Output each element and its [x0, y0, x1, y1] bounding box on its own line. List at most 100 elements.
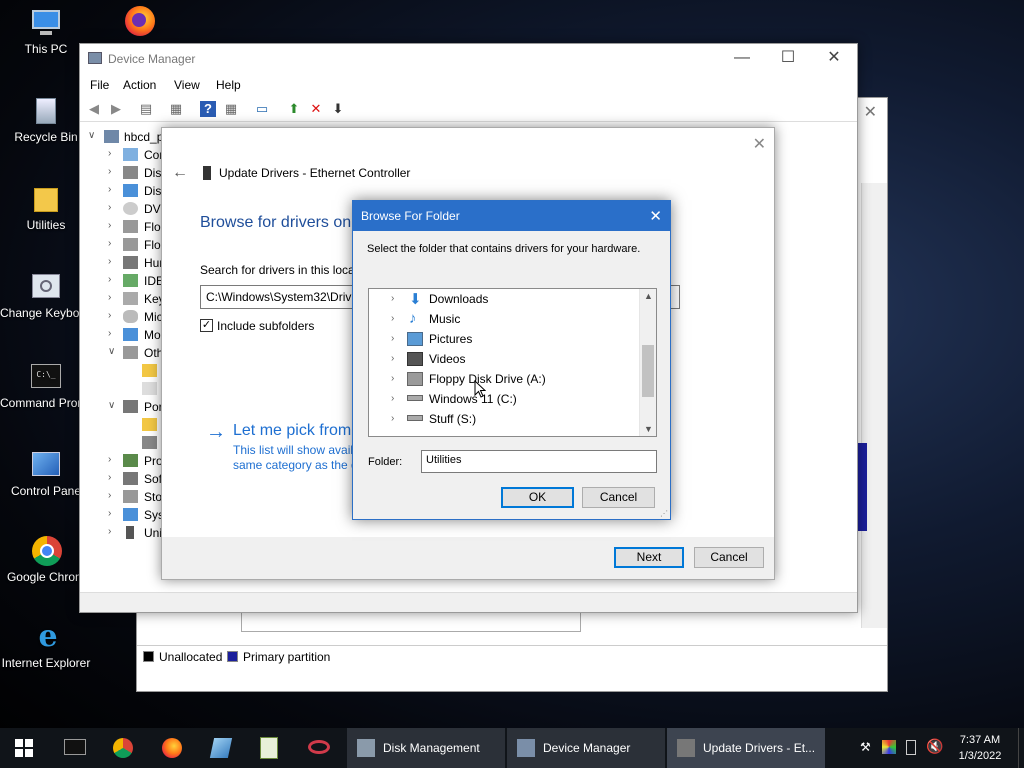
close-icon[interactable]: ✕ — [864, 102, 877, 122]
tree-item[interactable]: › DVD — [80, 200, 162, 218]
chevron-right-icon[interactable]: › — [391, 393, 394, 404]
tree-item[interactable] — [80, 380, 162, 398]
scan-hardware-icon[interactable]: ▭ — [254, 101, 270, 117]
scrollbar-thumb[interactable] — [642, 345, 654, 397]
scrollbar[interactable] — [861, 183, 887, 628]
tree-item[interactable] — [80, 362, 162, 380]
tree-item[interactable]: ∨ Por — [80, 398, 162, 416]
folder-tree-item[interactable]: › ♪ Music — [369, 309, 639, 329]
scroll-up-icon[interactable]: ▲ — [644, 291, 653, 301]
taskbar-app-6[interactable] — [298, 728, 342, 768]
chevron-right-icon[interactable]: › — [108, 472, 111, 483]
chevron-right-icon[interactable]: › — [391, 333, 394, 344]
chevron-right-icon[interactable]: › — [108, 292, 111, 303]
taskbar-app-5[interactable] — [250, 728, 290, 768]
properties-icon[interactable]: ▤ — [138, 101, 154, 117]
tree-item[interactable]: › Uni — [80, 524, 162, 542]
cancel-button[interactable]: Cancel — [582, 487, 655, 508]
tree-item[interactable] — [80, 416, 162, 434]
chevron-right-icon[interactable]: › — [108, 220, 111, 231]
title-bar[interactable]: Device Manager — ☐ ✕ — [80, 44, 857, 74]
tree-item[interactable]: › Soft — [80, 470, 162, 488]
desktop-icon-internet-explorer[interactable]: e Internet Explorer — [0, 622, 92, 671]
help-icon[interactable]: ? — [200, 101, 216, 117]
color-icon[interactable] — [882, 740, 896, 754]
include-subfolders-checkbox[interactable]: ✓ — [200, 319, 213, 332]
clock[interactable]: 7:37 AM 1/3/2022 — [950, 732, 1010, 764]
resize-grip-icon[interactable]: ⋰ — [660, 509, 668, 518]
back-arrow-icon[interactable]: ← — [172, 164, 188, 182]
tree-item[interactable] — [80, 434, 162, 452]
title-bar[interactable]: Browse For Folder ✕ — [353, 201, 670, 231]
cancel-button[interactable]: Cancel — [694, 547, 764, 568]
desktop-icon-firefox[interactable] — [94, 6, 186, 40]
folder-input[interactable]: Utilities — [421, 450, 657, 473]
show-desktop-button[interactable] — [1018, 728, 1024, 768]
chevron-right-icon[interactable]: › — [108, 274, 111, 285]
folder-tree-item[interactable]: › Windows 11 (C:) — [369, 389, 639, 409]
menu-view[interactable]: View — [174, 78, 200, 92]
view-icon[interactable]: ▦ — [223, 101, 239, 117]
maximize-button[interactable]: ☐ — [765, 44, 811, 74]
chevron-right-icon[interactable]: › — [391, 293, 394, 304]
folder-tree[interactable]: › ⬇ Downloads › ♪ Music › Pictures › Vid… — [368, 288, 657, 437]
volume-muted-icon[interactable]: 🔇 — [926, 738, 943, 768]
tree-item[interactable]: › Flop — [80, 218, 162, 236]
next-button[interactable]: Next — [614, 547, 684, 568]
tree-item[interactable]: › Syst — [80, 506, 162, 524]
tree-item[interactable]: › Mic — [80, 308, 162, 326]
list-icon[interactable]: ▦ — [168, 101, 184, 117]
menu-help[interactable]: Help — [216, 78, 241, 92]
chevron-down-icon[interactable]: ∨ — [108, 346, 115, 357]
chevron-down-icon[interactable]: ∨ — [88, 130, 95, 141]
task-device-manager[interactable]: Device Manager — [507, 728, 665, 768]
folder-tree-item[interactable]: › Floppy Disk Drive (A:) — [369, 369, 639, 389]
task-disk-management[interactable]: Disk Management — [347, 728, 505, 768]
network-icon[interactable]: ⚒ — [860, 740, 874, 754]
chevron-right-icon[interactable]: › — [391, 413, 394, 424]
chevron-right-icon[interactable]: › — [108, 202, 111, 213]
tree-item[interactable]: › Flop — [80, 236, 162, 254]
chevron-right-icon[interactable]: › — [108, 454, 111, 465]
chevron-right-icon[interactable]: › — [108, 490, 111, 501]
tree-item[interactable]: › Cor — [80, 146, 162, 164]
chevron-right-icon[interactable]: › — [108, 256, 111, 267]
download-icon[interactable]: ⬇ — [330, 101, 346, 117]
close-button[interactable]: ✕ — [649, 207, 662, 225]
folder-tree-item[interactable]: › ⬇ Downloads — [369, 289, 639, 309]
taskbar-chrome[interactable] — [104, 728, 144, 768]
usb-tray-icon[interactable] — [906, 740, 916, 755]
chevron-right-icon[interactable]: › — [108, 526, 111, 537]
close-button[interactable]: ✕ — [753, 134, 766, 154]
chevron-right-icon[interactable]: › — [108, 166, 111, 177]
taskbar-cmd[interactable] — [56, 728, 96, 768]
tree-item[interactable]: › Key — [80, 290, 162, 308]
menu-file[interactable]: File — [90, 78, 109, 92]
chevron-right-icon[interactable]: › — [108, 184, 111, 195]
scrollbar[interactable]: ▲ ▼ — [639, 289, 656, 436]
tree-item[interactable]: › IDE — [80, 272, 162, 290]
tree-item[interactable]: › Pro — [80, 452, 162, 470]
chevron-right-icon[interactable]: › — [108, 508, 111, 519]
include-subfolders-label[interactable]: Include subfolders — [217, 319, 314, 333]
tree-item[interactable]: › Stor — [80, 488, 162, 506]
tree-item[interactable]: ∨ hbcd_p — [80, 128, 162, 146]
folder-tree-item[interactable]: › Videos — [369, 349, 639, 369]
chevron-right-icon[interactable]: › — [391, 373, 394, 384]
menu-action[interactable]: Action — [123, 78, 156, 92]
folder-tree-item[interactable]: › Pictures — [369, 329, 639, 349]
taskbar-app-4[interactable] — [202, 728, 242, 768]
chevron-right-icon[interactable]: › — [391, 313, 394, 324]
tree-item[interactable]: › Hun — [80, 254, 162, 272]
folder-tree-item[interactable]: › Stuff (S:) — [369, 409, 639, 429]
forward-arrow-icon[interactable]: ▶ — [108, 101, 124, 117]
chevron-right-icon[interactable]: › — [108, 148, 111, 159]
chevron-right-icon[interactable]: › — [391, 353, 394, 364]
chevron-right-icon[interactable]: › — [108, 238, 111, 249]
minimize-button[interactable]: — — [719, 44, 765, 74]
chevron-right-icon[interactable]: › — [108, 328, 111, 339]
tree-item[interactable]: ∨ Oth — [80, 344, 162, 362]
tree-item[interactable]: › Disk — [80, 164, 162, 182]
chevron-right-icon[interactable]: › — [108, 310, 111, 321]
start-button[interactable] — [0, 728, 48, 768]
